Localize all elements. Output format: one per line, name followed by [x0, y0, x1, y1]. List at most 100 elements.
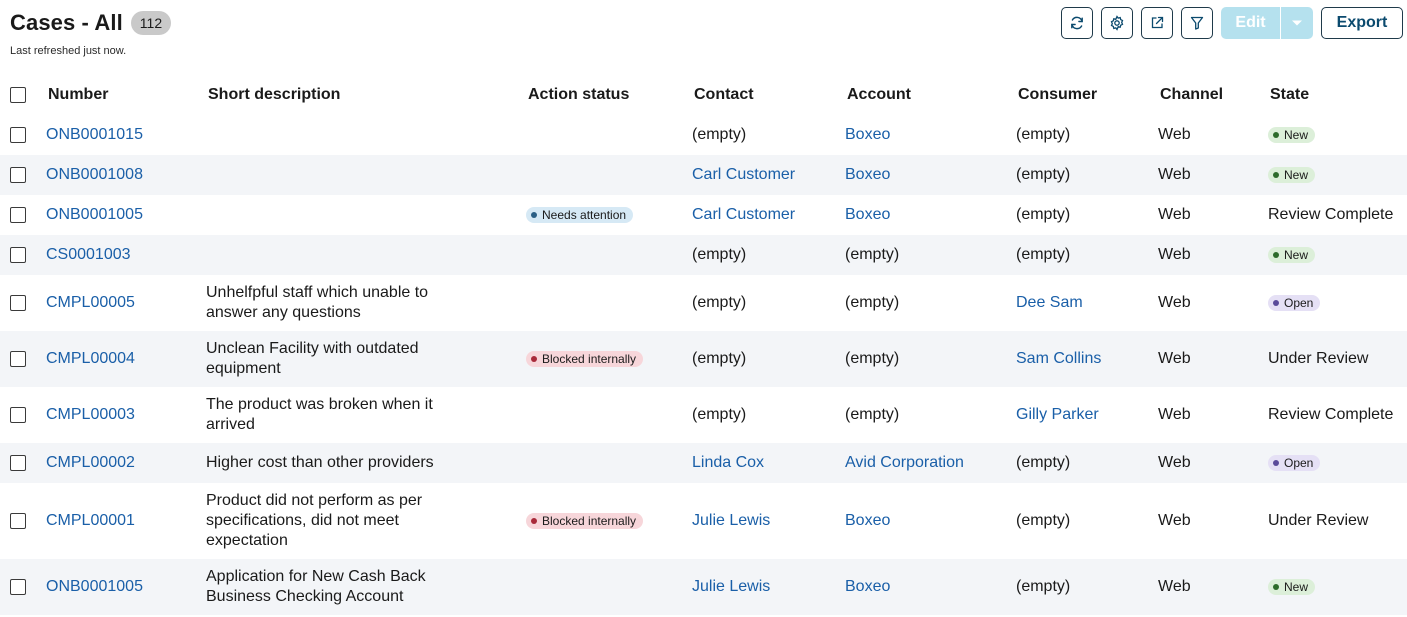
refresh-button[interactable]: [1061, 7, 1093, 39]
number-cell[interactable]: ONB0001005: [46, 195, 143, 235]
table-row[interactable]: CMPL00003 The product was broken when it …: [0, 387, 1407, 443]
consumer-value[interactable]: Dee Sam: [1016, 293, 1083, 313]
filter-button[interactable]: [1181, 7, 1213, 39]
account-cell[interactable]: Boxeo: [845, 483, 890, 559]
case-number-link[interactable]: CMPL00005: [46, 293, 135, 313]
case-number-link[interactable]: CMPL00002: [46, 453, 135, 473]
export-button[interactable]: Export: [1321, 7, 1403, 39]
row-checkbox-cell[interactable]: [10, 275, 26, 331]
select-all-checkbox[interactable]: [10, 87, 26, 103]
case-number-link[interactable]: CMPL00004: [46, 349, 135, 369]
column-header-account[interactable]: Account: [847, 75, 911, 115]
column-header-contact[interactable]: Contact: [694, 75, 754, 115]
account-cell[interactable]: Boxeo: [845, 115, 890, 155]
row-checkbox-cell[interactable]: [10, 195, 26, 235]
account-value[interactable]: Boxeo: [845, 125, 890, 145]
consumer-value[interactable]: Sam Collins: [1016, 349, 1101, 369]
account-cell[interactable]: Boxeo: [845, 195, 890, 235]
case-number-link[interactable]: ONB0001005: [46, 577, 143, 597]
row-checkbox[interactable]: [10, 167, 26, 183]
table-row[interactable]: CMPL00004 Unclean Facility with outdated …: [0, 331, 1407, 387]
row-checkbox[interactable]: [10, 407, 26, 423]
table-row[interactable]: CMPL00002 Higher cost than other provider…: [0, 443, 1407, 483]
contact-value[interactable]: Carl Customer: [692, 165, 795, 185]
edit-button[interactable]: Edit: [1221, 7, 1281, 39]
case-number-link[interactable]: CMPL00001: [46, 511, 135, 531]
table-header: Number Short description Action status C…: [0, 75, 1407, 115]
table-row[interactable]: CMPL00005 Unhelfpful staff which unable t…: [0, 275, 1407, 331]
contact-cell: (empty): [692, 235, 746, 275]
consumer-value[interactable]: Gilly Parker: [1016, 405, 1099, 425]
settings-button[interactable]: [1101, 7, 1133, 39]
column-header-action-status[interactable]: Action status: [528, 75, 629, 115]
table-row[interactable]: ONB0001005 Needs attention Carl Customer Bo…: [0, 195, 1407, 235]
contact-cell[interactable]: Linda Cox: [692, 443, 764, 483]
column-header-short-description[interactable]: Short description: [208, 75, 340, 115]
account-value[interactable]: Boxeo: [845, 577, 890, 597]
status-dot-icon: [531, 356, 537, 362]
contact-value[interactable]: Carl Customer: [692, 205, 795, 225]
account-cell[interactable]: Avid Corporation: [845, 443, 964, 483]
number-cell[interactable]: ONB0001005: [46, 559, 143, 615]
row-checkbox[interactable]: [10, 351, 26, 367]
number-cell[interactable]: CMPL00005: [46, 275, 135, 331]
account-value[interactable]: Avid Corporation: [845, 453, 964, 473]
contact-cell[interactable]: Carl Customer: [692, 195, 795, 235]
row-checkbox[interactable]: [10, 579, 26, 595]
row-checkbox-cell[interactable]: [10, 443, 26, 483]
consumer-cell[interactable]: Gilly Parker: [1016, 387, 1099, 443]
row-checkbox-cell[interactable]: [10, 483, 26, 559]
edit-dropdown-button[interactable]: [1281, 7, 1313, 39]
case-number-link[interactable]: ONB0001015: [46, 125, 143, 145]
case-number-link[interactable]: ONB0001008: [46, 165, 143, 185]
row-checkbox[interactable]: [10, 513, 26, 529]
account-value[interactable]: Boxeo: [845, 205, 890, 225]
table-row[interactable]: CMPL00001 Product did not perform as per …: [0, 483, 1407, 559]
number-cell[interactable]: CS0001003: [46, 235, 131, 275]
contact-cell[interactable]: Julie Lewis: [692, 559, 770, 615]
case-number-link[interactable]: CS0001003: [46, 245, 131, 265]
table-row[interactable]: CS0001003 (empty) (empty) (empty) Web New: [0, 235, 1407, 275]
column-header-number[interactable]: Number: [48, 75, 108, 115]
filter-icon: [1190, 16, 1204, 30]
case-number-link[interactable]: ONB0001005: [46, 205, 143, 225]
row-checkbox[interactable]: [10, 295, 26, 311]
row-checkbox-cell[interactable]: [10, 387, 26, 443]
row-checkbox[interactable]: [10, 207, 26, 223]
contact-value[interactable]: Linda Cox: [692, 453, 764, 473]
column-header-channel[interactable]: Channel: [1160, 75, 1223, 115]
case-number-link[interactable]: CMPL00003: [46, 405, 135, 425]
row-checkbox[interactable]: [10, 455, 26, 471]
share-button[interactable]: [1141, 7, 1173, 39]
account-value[interactable]: Boxeo: [845, 165, 890, 185]
row-checkbox-cell[interactable]: [10, 155, 26, 195]
contact-cell[interactable]: Carl Customer: [692, 155, 795, 195]
number-cell[interactable]: ONB0001015: [46, 115, 143, 155]
row-checkbox[interactable]: [10, 127, 26, 143]
number-cell[interactable]: CMPL00002: [46, 443, 135, 483]
row-checkbox-cell[interactable]: [10, 559, 26, 615]
row-checkbox-cell[interactable]: [10, 331, 26, 387]
column-header-consumer[interactable]: Consumer: [1018, 75, 1097, 115]
row-checkbox-cell[interactable]: [10, 115, 26, 155]
row-checkbox[interactable]: [10, 247, 26, 263]
number-cell[interactable]: ONB0001008: [46, 155, 143, 195]
column-header-state[interactable]: State: [1270, 75, 1309, 115]
consumer-cell[interactable]: Dee Sam: [1016, 275, 1083, 331]
contact-cell[interactable]: Julie Lewis: [692, 483, 770, 559]
number-cell[interactable]: CMPL00003: [46, 387, 135, 443]
account-cell[interactable]: Boxeo: [845, 155, 890, 195]
number-cell[interactable]: CMPL00004: [46, 331, 135, 387]
consumer-cell: (empty): [1016, 155, 1070, 195]
consumer-cell[interactable]: Sam Collins: [1016, 331, 1101, 387]
account-value[interactable]: Boxeo: [845, 511, 890, 531]
table-row[interactable]: ONB0001015 (empty) Boxeo (empty) Web New: [0, 115, 1407, 155]
account-cell[interactable]: Boxeo: [845, 559, 890, 615]
state-label: New: [1284, 128, 1309, 142]
row-checkbox-cell[interactable]: [10, 235, 26, 275]
contact-value[interactable]: Julie Lewis: [692, 511, 770, 531]
contact-value[interactable]: Julie Lewis: [692, 577, 770, 597]
table-row[interactable]: ONB0001005 Application for New Cash Back …: [0, 559, 1407, 615]
table-row[interactable]: ONB0001008 Carl Customer Boxeo (empty) Web Ne…: [0, 155, 1407, 195]
number-cell[interactable]: CMPL00001: [46, 483, 135, 559]
